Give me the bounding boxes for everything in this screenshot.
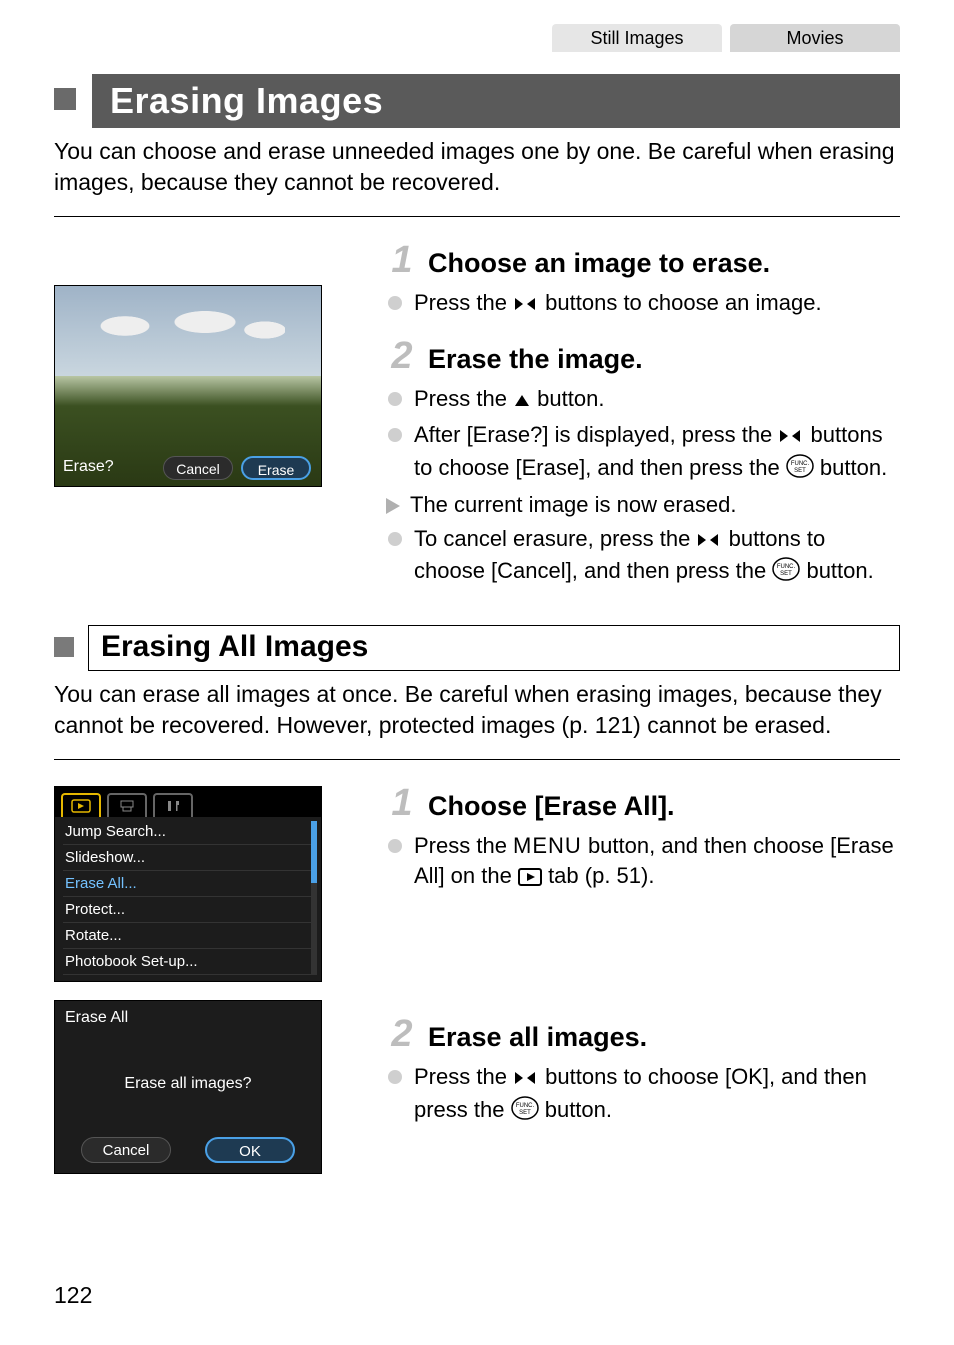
screenshot-prompt-label: Erase? — [63, 458, 114, 476]
section-marker-icon — [54, 88, 76, 110]
svg-text:FUNC.: FUNC. — [777, 564, 796, 570]
camera-screenshot-menu: Jump Search...Slideshow...Erase All...Pr… — [54, 786, 322, 982]
bullet-icon — [388, 1070, 402, 1084]
bullet: Press the MENU button, and then choose [… — [384, 831, 900, 893]
section-intro: You can choose and erase unneeded images… — [54, 136, 900, 198]
sub-section-intro: You can erase all images at once. Be car… — [54, 679, 900, 741]
dialog-ok-button: OK — [205, 1137, 295, 1163]
bullet-icon — [388, 532, 402, 546]
menu-row: Slideshow... — [63, 845, 313, 871]
mode-tabs: Still Images Movies — [552, 24, 900, 52]
bullet: After [Erase?] is displayed, press the b… — [384, 420, 900, 485]
mode-tab-movies: Movies — [730, 24, 900, 52]
left-right-arrows-icon — [513, 1065, 539, 1095]
left-right-arrows-icon — [696, 527, 722, 557]
bullet: Press the button. — [384, 384, 900, 417]
camera-screenshot-erase-prompt: Erase? Cancel Erase — [54, 285, 322, 487]
menu-row: Erase All... — [63, 871, 313, 897]
section-erasing-all-images: Erasing All Images You can erase all ima… — [54, 625, 900, 1174]
svg-text:SET: SET — [519, 1110, 531, 1116]
func-set-button-icon: FUNC.SET — [786, 454, 814, 486]
bullet-icon — [388, 392, 402, 406]
divider — [54, 216, 900, 217]
dialog-title: Erase All — [65, 1009, 128, 1027]
section-title: Erasing Images — [92, 74, 900, 128]
page-number: 122 — [54, 1282, 92, 1309]
bullet: Press the buttons to choose an image. — [384, 288, 900, 321]
divider — [54, 759, 900, 760]
svg-text:FUNC.: FUNC. — [791, 461, 810, 467]
bullet: Press the buttons to choose [OK], and th… — [384, 1062, 900, 1127]
dialog-message: Erase all images? — [55, 1075, 321, 1093]
result-arrow-icon — [386, 498, 400, 514]
func-set-button-icon: FUNC.SET — [511, 1096, 539, 1128]
menu-list: Jump Search...Slideshow...Erase All...Pr… — [55, 817, 321, 977]
up-arrow-icon — [513, 387, 531, 417]
menu-row: Jump Search... — [63, 819, 313, 845]
screenshot-erase-button: Erase — [241, 456, 311, 480]
bullet: To cancel erasure, press the buttons to … — [384, 524, 900, 589]
camera-screenshot-erase-all-dialog: Erase All Erase all images? Cancel OK — [54, 1000, 322, 1174]
section-marker-icon — [54, 637, 74, 657]
step-title: Choose an image to erase. — [428, 248, 770, 279]
mode-tab-still: Still Images — [552, 24, 722, 52]
step-number: 2 — [384, 335, 420, 378]
screenshot-cancel-button: Cancel — [163, 456, 233, 480]
bullet-icon — [388, 296, 402, 310]
step-title: Erase the image. — [428, 344, 643, 375]
menu-row: Photobook Set-up... — [63, 949, 313, 975]
func-set-button-icon: FUNC.SET — [772, 557, 800, 589]
bullet-icon — [388, 839, 402, 853]
svg-text:FUNC.: FUNC. — [515, 1103, 534, 1109]
section-erasing-images: Erasing Images — [54, 74, 900, 128]
left-right-arrows-icon — [513, 291, 539, 321]
scrollbar — [311, 821, 317, 975]
svg-text:SET: SET — [781, 571, 793, 577]
menu-row: Protect... — [63, 897, 313, 923]
left-right-arrows-icon — [778, 423, 804, 453]
svg-text:SET: SET — [794, 468, 806, 474]
step-title: Choose [Erase All]. — [428, 791, 675, 822]
menu-row: Rotate... — [63, 923, 313, 949]
menu-tab-print-icon — [107, 793, 147, 817]
menu-tab-playback-icon — [61, 793, 101, 817]
bullet-icon — [388, 428, 402, 442]
sub-section-title: Erasing All Images — [101, 630, 887, 664]
step-number: 2 — [384, 1013, 420, 1056]
menu-button-label: MENU — [513, 833, 582, 858]
step-title: Erase all images. — [428, 1022, 647, 1053]
menu-tab-tools-icon — [153, 793, 193, 817]
playback-tab-icon — [518, 864, 542, 894]
bullet-result: The current image is now erased. — [384, 490, 900, 520]
step-number: 1 — [384, 239, 420, 282]
step-number: 1 — [384, 782, 420, 825]
dialog-cancel-button: Cancel — [81, 1137, 171, 1163]
